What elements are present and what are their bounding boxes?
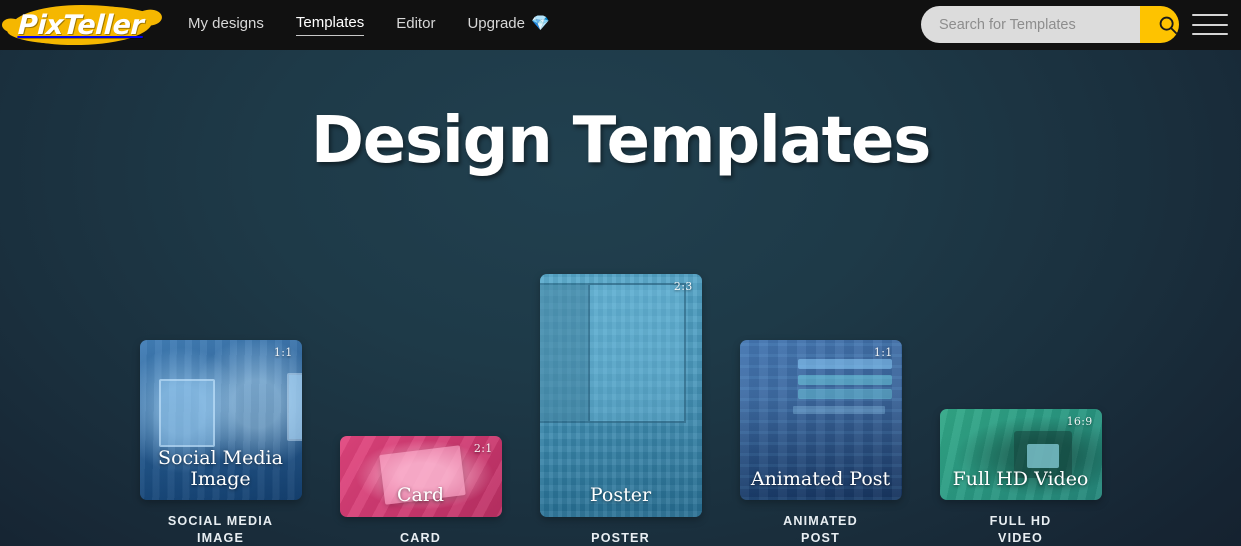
template-caption-poster[interactable]: POSTER [591, 530, 650, 546]
page-root: PixTeller My designs Templates Editor Up… [0, 0, 1241, 546]
hero-section: Design Templates 1:1 Social Media Image … [0, 50, 1241, 546]
template-thumbnail-animated-post[interactable]: 1:1 Animated Post [739, 340, 902, 501]
template-card-card: 2:1 Card CARD [339, 435, 502, 546]
thumbnail-title: Animated Post [750, 468, 891, 491]
caption-line-1: SOCIAL MEDIA [167, 514, 274, 529]
nav-item-editor-label: Editor [396, 14, 436, 32]
page-title: Design Templates [310, 104, 932, 178]
nav-item-upgrade[interactable]: Upgrade 💎 [467, 15, 549, 36]
template-caption-animated-post[interactable]: ANIMATED POST [783, 513, 858, 546]
caption-line-1: ANIMATED [783, 514, 858, 529]
nav-item-my-designs[interactable]: My designs [188, 15, 264, 36]
template-thumbnail-full-hd-video[interactable]: 16:9 Full HD Video [939, 409, 1102, 501]
template-thumbnail-poster[interactable]: 2:3 Poster [539, 273, 702, 517]
thumbnail-title-line-2: Image [190, 468, 251, 491]
nav-item-my-designs-label: My designs [188, 14, 264, 32]
nav-item-templates[interactable]: Templates [295, 14, 365, 36]
template-caption-full-hd-video[interactable]: FULL HD VIDEO [990, 513, 1052, 546]
aspect-ratio-badge: 2:3 [673, 279, 693, 293]
nav-item-upgrade-label: Upgrade [467, 14, 525, 32]
caption-line-1: CARD [400, 530, 441, 545]
logo-text: PixTeller [17, 9, 145, 41]
aspect-ratio-badge: 2:1 [473, 441, 493, 455]
caption-line-1: FULL HD [989, 514, 1052, 529]
caption-line-2: POST [801, 530, 840, 545]
gem-icon: 💎 [530, 14, 550, 32]
template-card-animated-post: 1:1 Animated Post ANIMATED POST [739, 340, 902, 546]
search-input[interactable] [921, 6, 1140, 43]
nav-item-editor[interactable]: Editor [396, 15, 435, 36]
top-navigation-bar: PixTeller My designs Templates Editor Up… [0, 0, 1241, 50]
hamburger-bar-3 [1192, 33, 1228, 35]
aspect-ratio-badge: 16:9 [1066, 415, 1093, 429]
thumbnail-tint-overlay [540, 274, 702, 517]
nav-item-templates-label: Templates [295, 14, 365, 31]
template-caption-card[interactable]: CARD [400, 530, 441, 546]
template-card-row: 1:1 Social Media Image SOCIAL MEDIA IMAG… [0, 246, 1241, 546]
aspect-ratio-badge: 1:1 [273, 346, 293, 360]
caption-line-1: POSTER [591, 530, 650, 545]
thumbnail-title: Social Media Image [140, 446, 302, 491]
template-card-social-media-image: 1:1 Social Media Image SOCIAL MEDIA IMAG… [139, 340, 302, 546]
search-button[interactable] [1140, 6, 1179, 43]
caption-line-2: IMAGE [196, 530, 244, 545]
search-bar [921, 6, 1179, 43]
camera-lens-detail [1026, 443, 1060, 468]
template-caption-social-media-image[interactable]: SOCIAL MEDIA IMAGE [168, 513, 273, 546]
template-card-poster: 2:3 Poster POSTER [539, 273, 702, 546]
hamburger-bar-1 [1192, 14, 1228, 16]
thumbnail-title: Card [396, 484, 445, 507]
hamburger-menu-icon[interactable] [1192, 11, 1228, 38]
caption-line-2: VIDEO [998, 530, 1043, 545]
hamburger-bar-2 [1192, 23, 1228, 26]
main-nav-links: My designs Templates Editor Upgrade 💎 [188, 14, 550, 36]
aspect-ratio-badge: 1:1 [873, 346, 893, 360]
template-thumbnail-social-media-image[interactable]: 1:1 Social Media Image [139, 340, 302, 501]
thumbnail-title: Full HD Video [952, 468, 1089, 491]
pixteller-logo[interactable]: PixTeller [6, 2, 156, 48]
template-thumbnail-card[interactable]: 2:1 Card [339, 435, 502, 517]
thumbnail-title-line-1: Social Media [158, 446, 283, 469]
search-icon [1159, 16, 1177, 34]
thumbnail-title: Poster [589, 484, 652, 507]
template-card-full-hd-video: 16:9 Full HD Video FULL HD VIDEO [939, 409, 1102, 546]
